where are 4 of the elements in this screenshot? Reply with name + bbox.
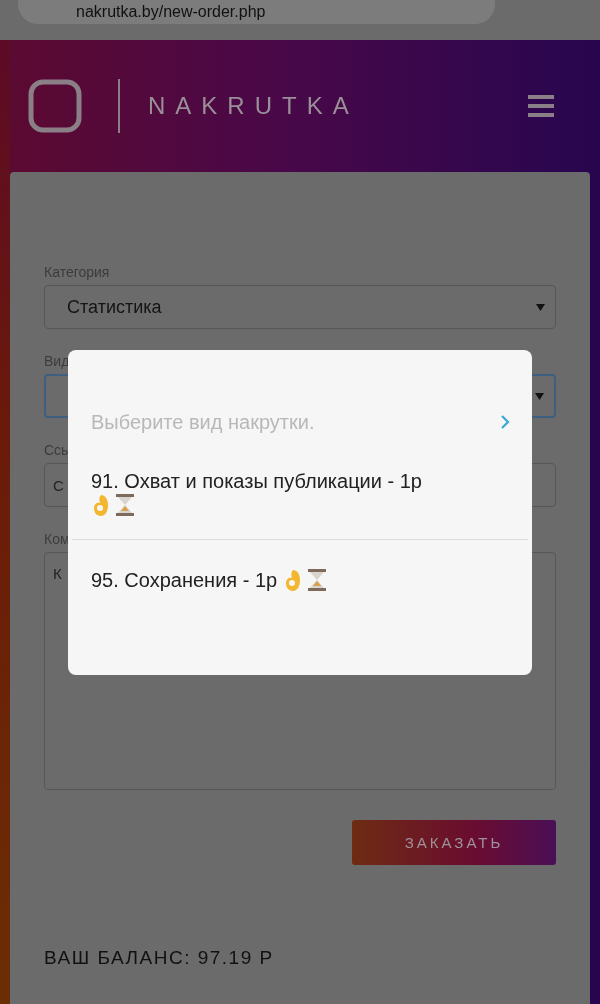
url-text: nakrutka.by/new-order.php [76, 3, 266, 21]
balance-text: ВАШ БАЛАНС: 97.19 Р [44, 947, 274, 969]
picker-prompt: Выберите вид накрутки. [91, 410, 315, 434]
brand-name: NAKRUTKA [148, 92, 360, 120]
